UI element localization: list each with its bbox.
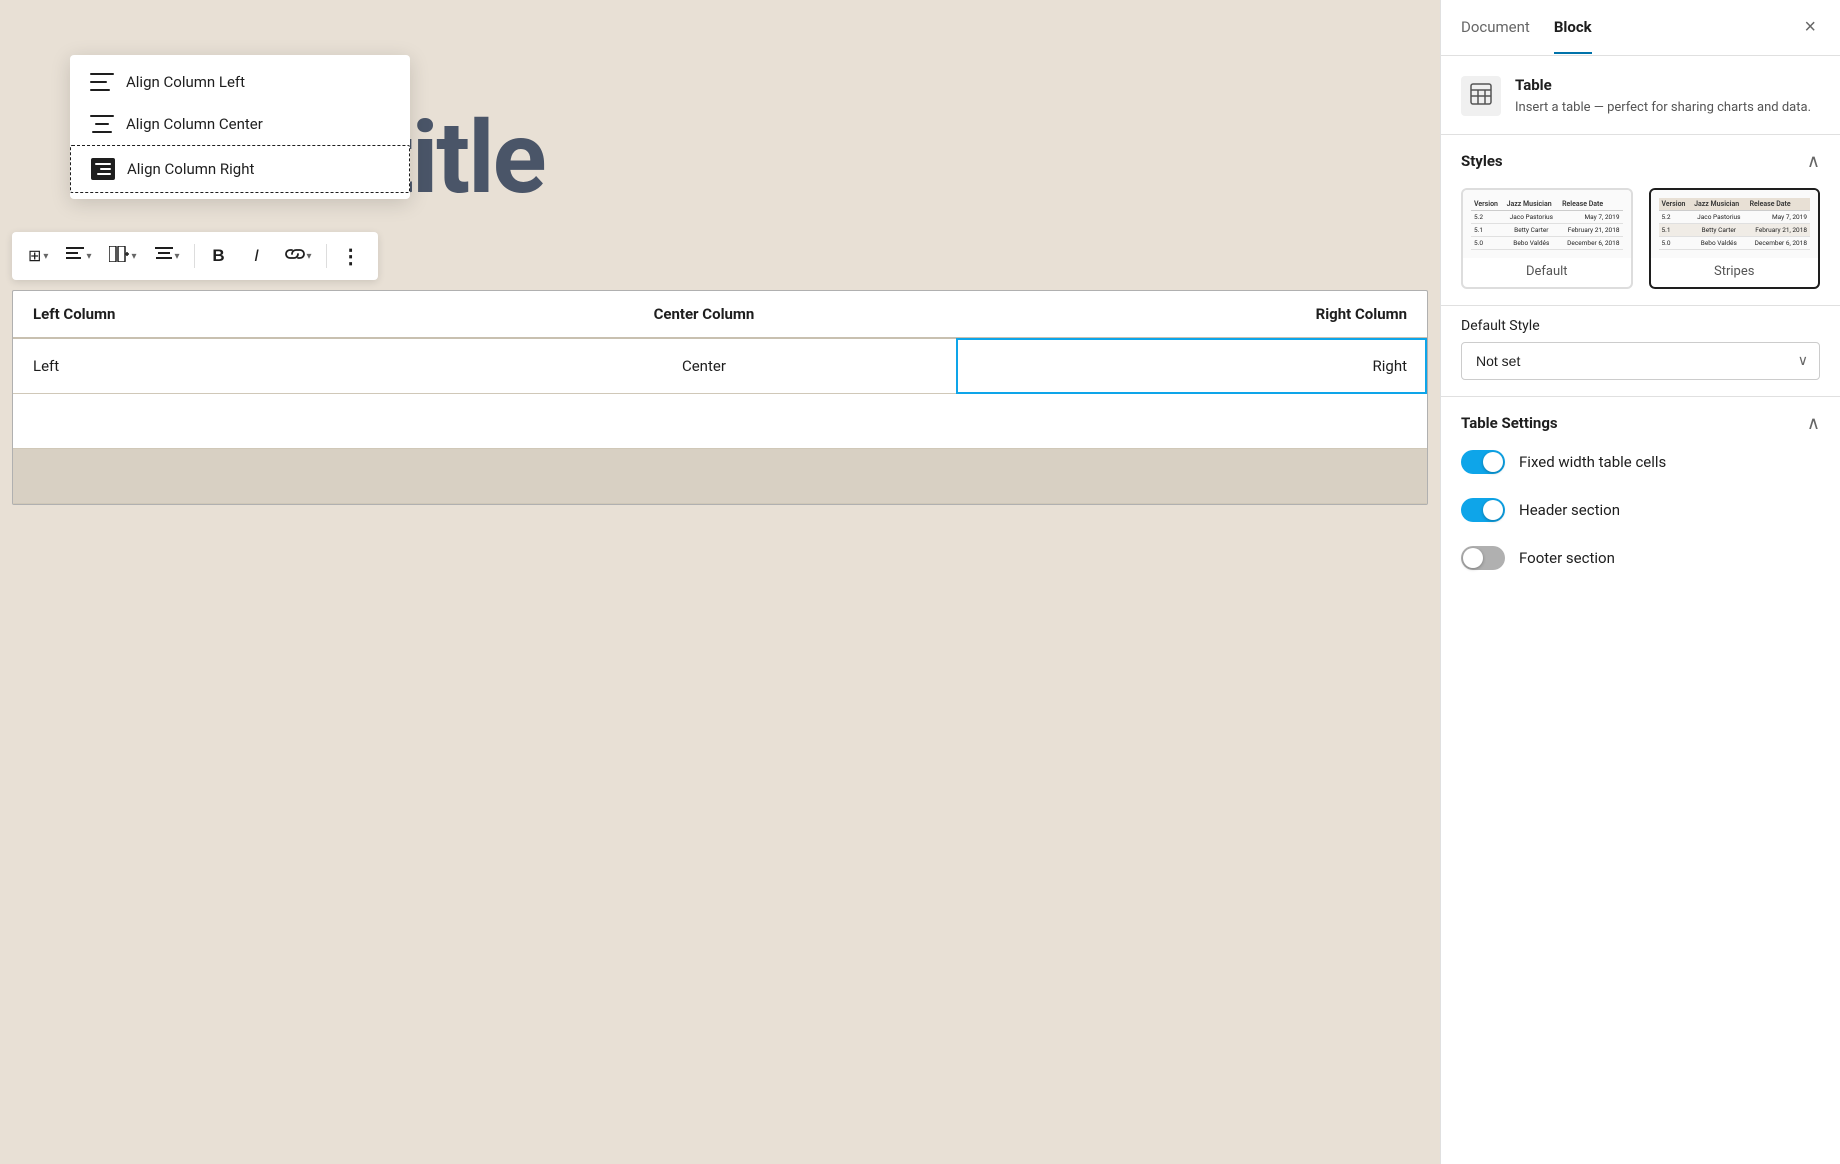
header-section-label: Header section	[1519, 501, 1620, 519]
cell-center[interactable]: Center	[452, 338, 956, 394]
styles-title: Styles	[1461, 152, 1503, 170]
align-center-icon	[90, 115, 114, 133]
sidebar-header: Document Block ×	[1441, 0, 1840, 56]
link-button[interactable]: ▾	[277, 238, 320, 274]
default-style-label: Default Style	[1461, 318, 1820, 334]
footer-cell-3[interactable]	[956, 449, 1427, 504]
table-settings-header: Table Settings ∧	[1461, 413, 1820, 434]
bold-button[interactable]: B	[201, 238, 237, 274]
align-chevron-icon: ▾	[86, 251, 91, 262]
block-icon-wrap	[1461, 76, 1501, 116]
default-style-section: Default Style Not set ∨	[1441, 306, 1840, 397]
toggle-knob	[1463, 548, 1483, 568]
block-text: Table Insert a table — perfect for shari…	[1515, 76, 1811, 118]
align-center-item[interactable]: Align Column Center	[70, 103, 410, 145]
align-right-icon	[91, 158, 115, 180]
sidebar: Document Block × Table Insert a table — …	[1440, 0, 1840, 1164]
table-settings-section: Table Settings ∧ Fixed width table cells…	[1441, 397, 1840, 610]
align-col-chevron-icon: ▾	[175, 251, 180, 262]
style-default-label: Default	[1463, 258, 1631, 279]
align-left-item[interactable]: Align Column Left	[70, 61, 410, 103]
styles-section: Styles ∧ Version Jazz Musician Release D…	[1441, 135, 1840, 306]
settings-collapse-icon[interactable]: ∧	[1807, 413, 1820, 434]
insert-column-icon	[109, 246, 129, 267]
align-left-icon	[90, 73, 114, 91]
align-left-button[interactable]: ▾	[58, 238, 99, 274]
toolbar-divider-1	[194, 244, 195, 268]
block-toolbar: ⊞ ▾ ▾ ▾ ▾ B I ▾	[12, 232, 378, 280]
toolbar-divider-2	[326, 244, 327, 268]
style-options: Version Jazz Musician Release Date 5.2Ja…	[1461, 188, 1820, 289]
footer-section-row: Footer section	[1461, 546, 1820, 570]
italic-button[interactable]: I	[239, 238, 275, 274]
align-left-label: Align Column Left	[126, 73, 245, 91]
footer-cell-2[interactable]	[452, 449, 956, 504]
align-column-button[interactable]: ▾	[147, 238, 188, 274]
more-options-button[interactable]: ⋮	[333, 238, 370, 274]
cell-empty-2[interactable]	[452, 394, 956, 449]
col-header-right: Right Column	[956, 291, 1427, 338]
block-name: Table	[1515, 76, 1811, 94]
fixed-width-toggle[interactable]	[1461, 450, 1505, 474]
table-chevron-icon: ▾	[43, 251, 48, 262]
mini-table-stripes: Version Jazz Musician Release Date 5.2Ja…	[1659, 198, 1811, 250]
style-stripes-label: Stripes	[1651, 258, 1819, 279]
link-chevron-icon: ▾	[307, 251, 312, 262]
block-description: Insert a table — perfect for sharing cha…	[1515, 98, 1811, 118]
cell-left[interactable]: Left	[13, 338, 452, 394]
footer-cell-1[interactable]	[13, 449, 452, 504]
align-center-label: Align Column Center	[126, 115, 263, 133]
cell-empty-3[interactable]	[956, 394, 1427, 449]
style-card-default[interactable]: Version Jazz Musician Release Date 5.2Ja…	[1461, 188, 1633, 289]
table-icon: ⊞	[28, 246, 41, 266]
toggle-knob	[1483, 452, 1503, 472]
mini-table-default: Version Jazz Musician Release Date 5.2Ja…	[1471, 198, 1623, 250]
style-stripes-preview: Version Jazz Musician Release Date 5.2Ja…	[1651, 190, 1819, 258]
col-header-center: Center Column	[452, 291, 956, 338]
tab-block[interactable]: Block	[1554, 2, 1592, 54]
link-icon	[285, 247, 305, 265]
table-footer-row	[13, 449, 1427, 504]
sidebar-tabs: Document Block	[1461, 2, 1592, 54]
default-style-select[interactable]: Not set	[1461, 342, 1820, 380]
align-column-icon	[155, 247, 173, 266]
more-icon: ⋮	[341, 244, 362, 269]
style-card-stripes[interactable]: Version Jazz Musician Release Date 5.2Ja…	[1649, 188, 1821, 289]
col-header-left: Left Column	[13, 291, 452, 338]
table-row	[13, 394, 1427, 449]
fixed-width-label: Fixed width table cells	[1519, 453, 1666, 471]
align-dropdown: Align Column Left Align Column Center Al…	[70, 55, 410, 199]
style-select-wrap: Not set ∨	[1461, 342, 1820, 380]
table-block-icon	[1469, 82, 1493, 110]
close-button[interactable]: ×	[1800, 12, 1820, 43]
content-table: Left Column Center Column Right Column L…	[13, 291, 1427, 504]
insert-col-chevron-icon: ▾	[131, 251, 136, 262]
table-block: Left Column Center Column Right Column L…	[12, 290, 1428, 505]
header-section-toggle[interactable]	[1461, 498, 1505, 522]
fixed-width-row: Fixed width table cells	[1461, 450, 1820, 474]
table-settings-title: Table Settings	[1461, 414, 1558, 432]
cell-right[interactable]: Right	[956, 338, 1427, 394]
footer-section-label: Footer section	[1519, 549, 1615, 567]
block-info: Table Insert a table — perfect for shari…	[1441, 56, 1840, 135]
styles-collapse-icon[interactable]: ∧	[1807, 151, 1820, 172]
align-right-label: Align Column Right	[127, 160, 254, 178]
insert-column-button[interactable]: ▾	[101, 238, 144, 274]
table-row: Left Center Right	[13, 338, 1427, 394]
toggle-knob	[1483, 500, 1503, 520]
tab-document[interactable]: Document	[1461, 2, 1530, 54]
align-left-toolbar-icon	[66, 247, 84, 266]
main-content: Align Column Left Align Column Center Al…	[0, 0, 1440, 1164]
align-right-item[interactable]: Align Column Right	[70, 145, 410, 193]
header-section-row: Header section	[1461, 498, 1820, 522]
style-default-preview: Version Jazz Musician Release Date 5.2Ja…	[1463, 190, 1631, 258]
table-type-button[interactable]: ⊞ ▾	[20, 238, 56, 274]
footer-section-toggle[interactable]	[1461, 546, 1505, 570]
cell-empty-1[interactable]	[13, 394, 452, 449]
styles-section-header: Styles ∧	[1461, 151, 1820, 172]
